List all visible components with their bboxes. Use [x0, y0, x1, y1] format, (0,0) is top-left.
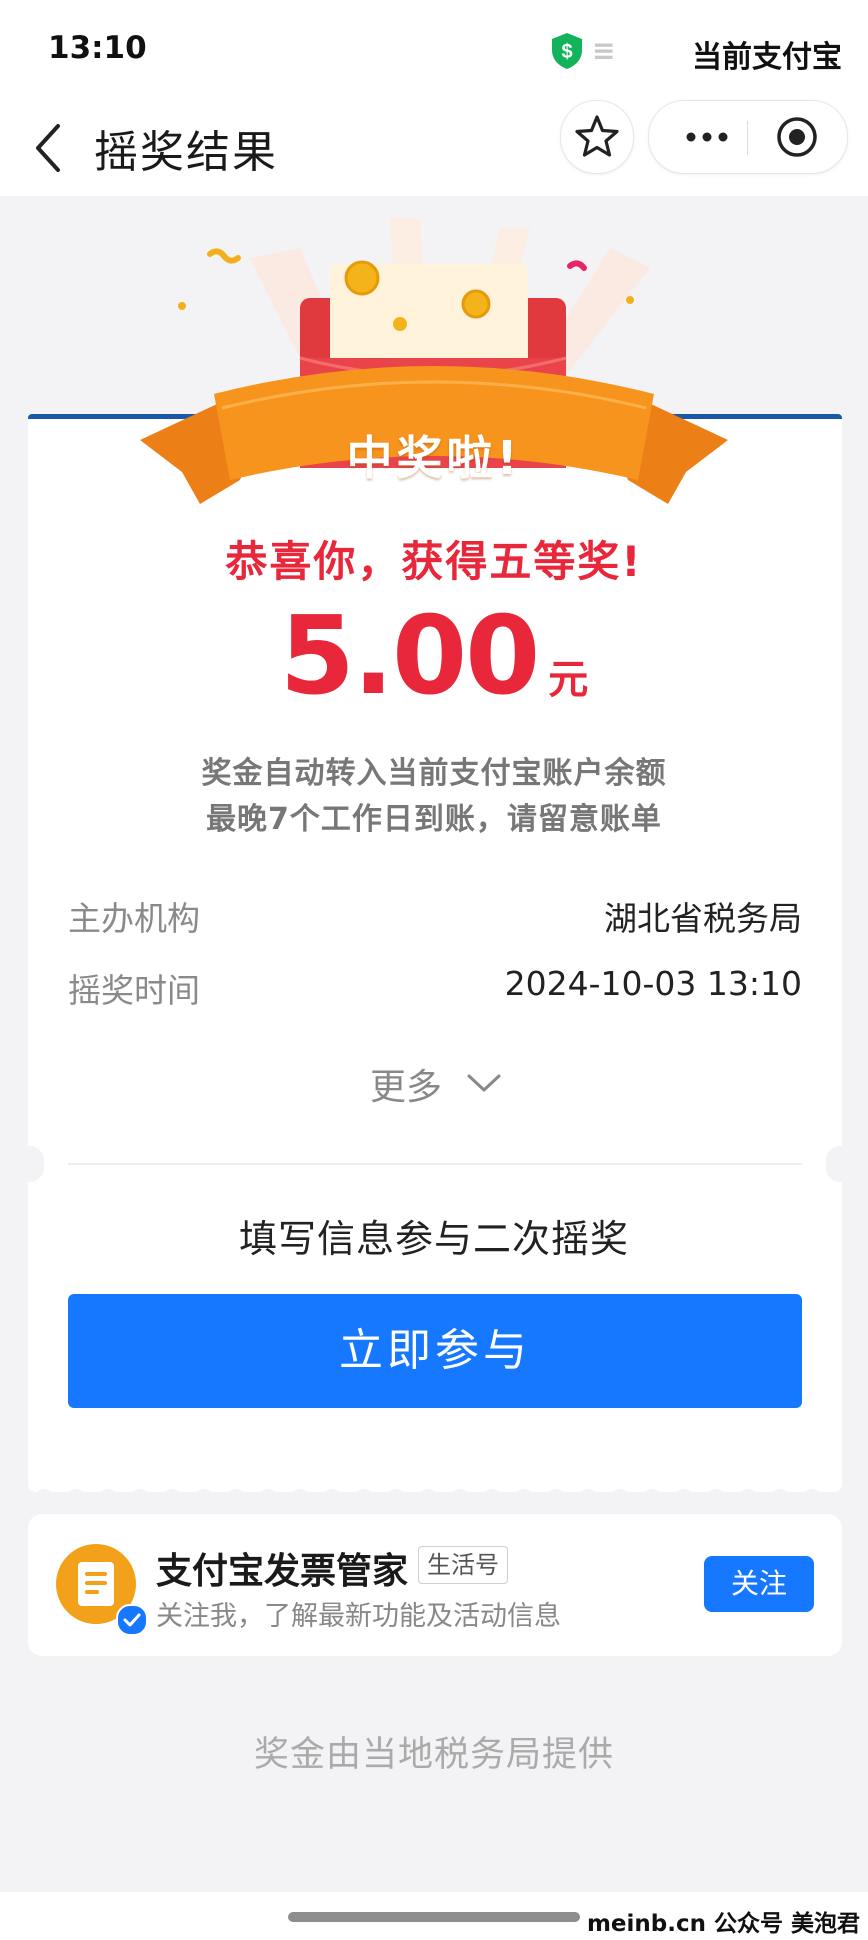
info-row-draw-time: 摇奖时间 2024-10-03 13:10 [68, 964, 802, 1014]
congrats-text: 恭喜你，获得五等奖! [225, 537, 643, 586]
shield-dollar-icon: $ [552, 33, 582, 69]
card-scalloped-edge [35, 1489, 821, 1504]
back-arrow-icon[interactable] [26, 114, 76, 178]
prize-amount: 5.00 [279, 594, 540, 719]
target-icon[interactable] [775, 115, 819, 159]
status-bar: 13:10 $ ≡ 当前支付宝 [0, 0, 868, 100]
account-type-badge: 生活号 [418, 1546, 508, 1584]
info-label: 主办机构 [68, 899, 200, 938]
footer-note: 奖金由当地税务局提供 [253, 1735, 614, 1775]
card-notch-right [826, 1146, 854, 1182]
info-row-organizer: 主办机构 湖北省税务局 [68, 892, 802, 942]
banner-text: 中奖啦! [346, 431, 522, 485]
info-value: 湖北省税务局 [604, 899, 802, 938]
chevron-down-icon [467, 1074, 501, 1092]
star-icon [575, 115, 619, 157]
status-right-text: 当前支付宝 [692, 40, 842, 75]
svg-text:$: $ [561, 41, 572, 63]
prize-amount-block: 5.00 元 [0, 594, 868, 719]
more-toggle[interactable]: 更多 [370, 1058, 510, 1108]
status-faded-glyph: ≡ [592, 34, 616, 67]
account-description: 关注我，了解最新功能及活动信息 [156, 1601, 561, 1632]
page-title: 摇奖结果 [94, 127, 278, 178]
more-label: 更多 [370, 1067, 443, 1108]
favorite-button[interactable] [560, 100, 634, 174]
nav-bar: 摇奖结果 [0, 100, 868, 196]
info-label: 摇奖时间 [68, 971, 200, 1010]
follow-button[interactable]: 关注 [704, 1556, 814, 1612]
status-time: 13:10 [48, 30, 147, 66]
watermark: meinb.cn 公众号 美泡君 [586, 1911, 860, 1937]
second-draw-title: 填写信息参与二次摇奖 [238, 1217, 629, 1261]
account-name[interactable]: 支付宝发票管家 [156, 1542, 408, 1594]
desc-line-1: 奖金自动转入当前支付宝账户余额 [201, 756, 667, 791]
capsule-divider [747, 121, 748, 155]
more-dots-icon[interactable] [677, 101, 737, 173]
join-now-button[interactable]: 立即参与 [68, 1294, 802, 1408]
card-notch-left [16, 1146, 44, 1182]
mini-program-capsule [648, 100, 848, 174]
prize-unit: 元 [548, 657, 589, 703]
verified-icon [116, 1604, 148, 1636]
card-divider [68, 1163, 802, 1165]
info-value: 2024-10-03 13:10 [504, 964, 802, 1003]
home-indicator[interactable] [288, 1912, 580, 1922]
desc-line-2: 最晚7个工作日到账，请留意账单 [206, 802, 662, 837]
